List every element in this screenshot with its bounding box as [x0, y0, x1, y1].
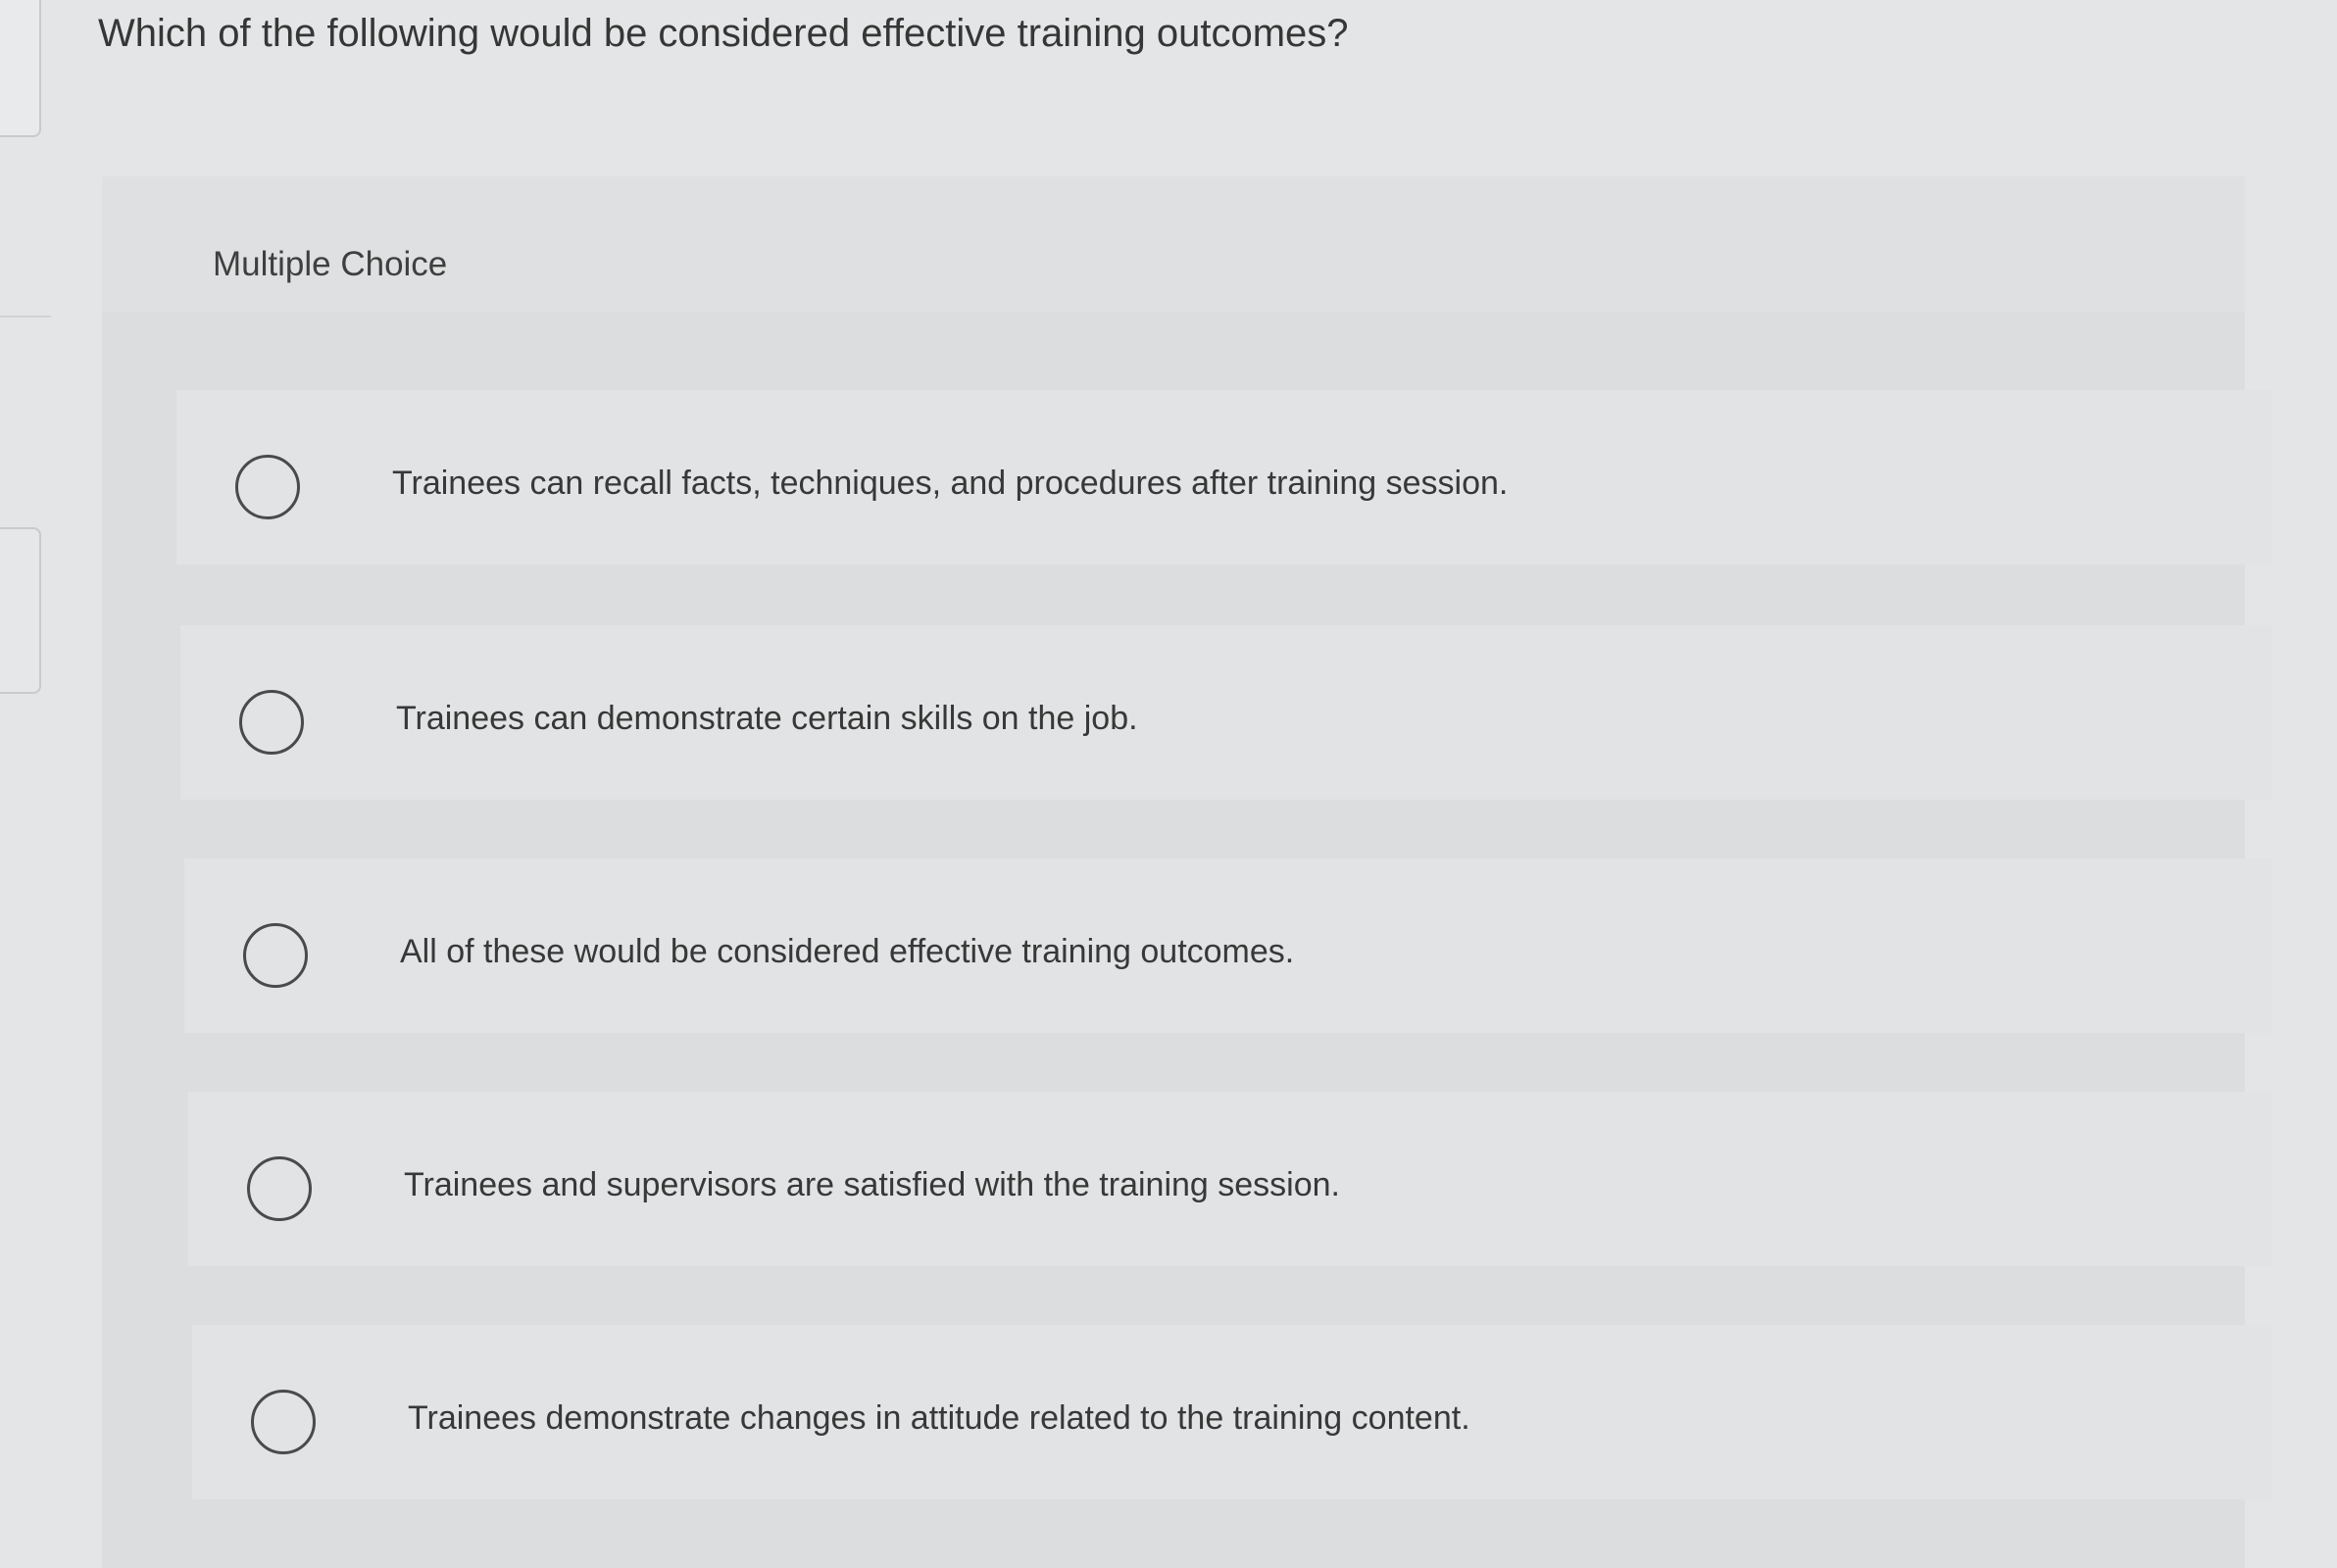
choice-label: Trainees and supervisors are satisfied w… [404, 1166, 1340, 1203]
choice-option-4[interactable]: Trainees and supervisors are satisfied w… [188, 1092, 2272, 1266]
question-text: Which of the following would be consider… [98, 12, 1349, 55]
choice-label: All of these would be considered effecti… [400, 933, 1295, 970]
left-edge-button[interactable] [0, 527, 41, 694]
radio-button-icon[interactable] [235, 455, 300, 519]
choice-option-3[interactable]: All of these would be considered effecti… [184, 858, 2272, 1033]
radio-button-icon[interactable] [247, 1156, 312, 1221]
choice-option-2[interactable]: Trainees can demonstrate certain skills … [180, 625, 2272, 800]
question-type-label: Multiple Choice [213, 245, 448, 283]
left-edge-divider [0, 316, 51, 318]
choice-label: Trainees demonstrate changes in attitude… [408, 1399, 1470, 1437]
left-edge-frame [0, 0, 41, 137]
answer-panel: Multiple Choice Trainees can recall fact… [102, 176, 2272, 1568]
choice-label: Trainees can recall facts, techniques, a… [392, 465, 1509, 502]
choice-option-5[interactable]: Trainees demonstrate changes in attitude… [192, 1325, 2272, 1499]
panel-header: Multiple Choice [102, 176, 2245, 312]
radio-button-icon[interactable] [243, 923, 308, 988]
choice-option-1[interactable]: Trainees can recall facts, techniques, a… [176, 390, 2272, 564]
radio-button-icon[interactable] [239, 690, 304, 755]
choice-label: Trainees can demonstrate certain skills … [396, 700, 1138, 737]
radio-button-icon[interactable] [251, 1390, 316, 1454]
